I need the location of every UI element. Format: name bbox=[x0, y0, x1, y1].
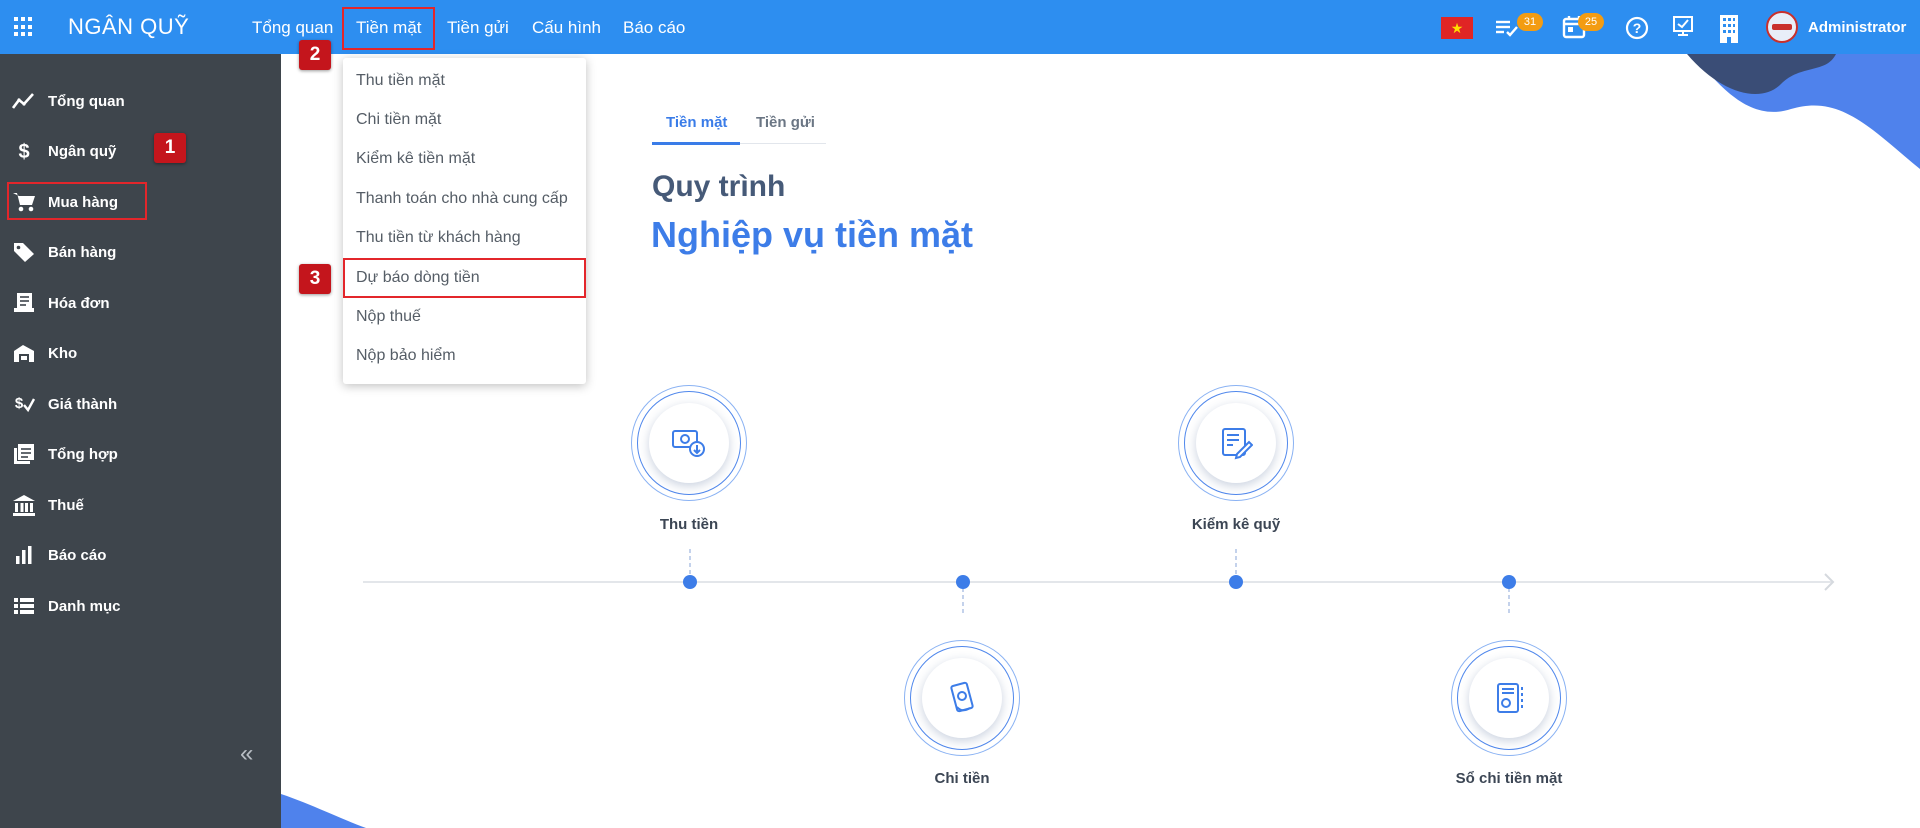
cash-in-icon bbox=[649, 403, 729, 483]
sidebar-item-label: Báo cáo bbox=[48, 546, 107, 564]
svg-text:$: $ bbox=[18, 141, 29, 162]
calendar-badge: 25 bbox=[1578, 13, 1604, 31]
cashbook-icon bbox=[1469, 658, 1549, 738]
trend-icon bbox=[10, 88, 38, 114]
sidebar-item-label: Kho bbox=[48, 344, 78, 362]
sidebar-item-label: Thuế bbox=[48, 496, 84, 514]
sidebar-item-label: Tổng quan bbox=[48, 92, 125, 110]
step-label: Kiểm kê quỹ bbox=[1191, 516, 1281, 533]
topnav-bao-cao[interactable]: Báo cáo bbox=[623, 18, 685, 38]
sidebar-item-kho[interactable]: Kho bbox=[10, 336, 270, 370]
collapse-sidebar-button[interactable]: « bbox=[240, 740, 253, 768]
receipt-icon bbox=[10, 290, 38, 316]
apps-grid-icon[interactable] bbox=[14, 17, 34, 37]
tag-icon bbox=[10, 239, 38, 265]
process-step-thu-tien[interactable] bbox=[631, 385, 747, 501]
highlight-box-topnav bbox=[342, 7, 435, 50]
ledger-icon bbox=[10, 441, 38, 467]
list-icon bbox=[10, 593, 38, 619]
topnav-tien-gui[interactable]: Tiền gửi bbox=[447, 18, 509, 38]
vietnam-flag-icon[interactable]: ★ bbox=[1441, 17, 1473, 39]
sidebar-item-tong-quan[interactable]: Tổng quan bbox=[10, 84, 270, 118]
sidebar-item-label: Bán hàng bbox=[48, 243, 117, 261]
approval-icon[interactable] bbox=[1670, 14, 1696, 40]
menu-item-thu-tien-mat[interactable]: Thu tiền mặt bbox=[356, 72, 445, 90]
sidebar-item-danh-muc[interactable]: Danh mục bbox=[10, 589, 270, 623]
help-icon[interactable]: ? bbox=[1624, 14, 1650, 40]
step-marker-3: 3 bbox=[299, 264, 331, 294]
timeline-dot bbox=[956, 575, 970, 589]
app-title: NGÂN QUỸ bbox=[68, 14, 190, 39]
menu-item-chi-tien-mat[interactable]: Chi tiền mặt bbox=[356, 111, 441, 129]
cost-icon: $ bbox=[10, 391, 38, 417]
step-label: Sổ chi tiền mặt bbox=[1455, 770, 1563, 787]
menu-item-nop-thue[interactable]: Nộp thuế bbox=[356, 308, 421, 326]
menu-item-thu-tien-khach-hang[interactable]: Thu tiền từ khách hàng bbox=[356, 229, 521, 247]
step-marker-1: 1 bbox=[154, 133, 186, 163]
svg-text:$: $ bbox=[15, 395, 24, 412]
timeline-dot bbox=[1502, 575, 1516, 589]
highlight-box-dropdown bbox=[343, 258, 586, 298]
sidebar-item-thue[interactable]: Thuế bbox=[10, 488, 270, 522]
cash-out-icon bbox=[922, 658, 1002, 738]
sidebar-item-tong-hop[interactable]: Tổng hợp bbox=[10, 437, 270, 471]
task-list-icon[interactable] bbox=[1494, 14, 1520, 40]
timeline-dot bbox=[683, 575, 697, 589]
step-marker-2: 2 bbox=[299, 40, 331, 70]
svg-text:?: ? bbox=[1633, 20, 1642, 36]
warehouse-icon bbox=[10, 340, 38, 366]
sidebar-item-hoa-don[interactable]: Hóa đơn bbox=[10, 286, 270, 320]
building-icon[interactable] bbox=[1716, 14, 1742, 43]
sidebar-item-gia-thanh[interactable]: $ Giá thành bbox=[10, 387, 270, 421]
dollar-icon: $ bbox=[10, 138, 38, 164]
sidebar-item-label: Hóa đơn bbox=[48, 294, 110, 312]
sidebar: Tổng quan $ Ngân quỹ Mua hàng Bán hàng H… bbox=[0, 54, 281, 828]
step-label: Thu tiền bbox=[659, 516, 719, 533]
audit-icon bbox=[1196, 403, 1276, 483]
process-step-so-chi-tien-mat[interactable] bbox=[1451, 640, 1567, 756]
top-bar: NGÂN QUỸ Tổng quan Tiền mặt Tiền gửi Cấu… bbox=[0, 0, 1920, 54]
sidebar-item-label: Giá thành bbox=[48, 395, 118, 413]
bank-icon bbox=[10, 492, 38, 518]
tasks-badge: 31 bbox=[1517, 13, 1543, 31]
tien-mat-dropdown-menu: Thu tiền mặt Chi tiền mặt Kiểm kê tiền m… bbox=[343, 58, 586, 384]
menu-item-kiem-ke-tien-mat[interactable]: Kiểm kê tiền mặt bbox=[356, 150, 475, 168]
process-step-chi-tien[interactable] bbox=[904, 640, 1020, 756]
sidebar-item-label: Tổng hợp bbox=[48, 445, 118, 463]
highlight-box-sidebar bbox=[7, 182, 147, 220]
menu-item-thanh-toan-ncc[interactable]: Thanh toán cho nhà cung cấp bbox=[356, 190, 568, 208]
sidebar-item-ngan-quy[interactable]: $ Ngân quỹ bbox=[10, 134, 270, 168]
step-label: Chi tiền bbox=[934, 770, 990, 787]
topnav-cau-hinh[interactable]: Cấu hình bbox=[532, 18, 601, 38]
sidebar-item-ban-hang[interactable]: Bán hàng bbox=[10, 235, 270, 269]
process-step-kiem-ke-quy[interactable] bbox=[1178, 385, 1294, 501]
avatar[interactable] bbox=[1766, 11, 1798, 43]
topnav-tong-quan[interactable]: Tổng quan bbox=[252, 18, 333, 38]
sidebar-item-label: Danh mục bbox=[48, 597, 121, 615]
username[interactable]: Administrator bbox=[1808, 19, 1906, 36]
timeline-dot bbox=[1229, 575, 1243, 589]
sidebar-item-label: Ngân quỹ bbox=[48, 142, 117, 160]
sidebar-item-bao-cao[interactable]: Báo cáo bbox=[10, 538, 270, 572]
bar-chart-icon bbox=[10, 542, 38, 568]
menu-item-nop-bao-hiem[interactable]: Nộp bảo hiểm bbox=[356, 347, 456, 365]
